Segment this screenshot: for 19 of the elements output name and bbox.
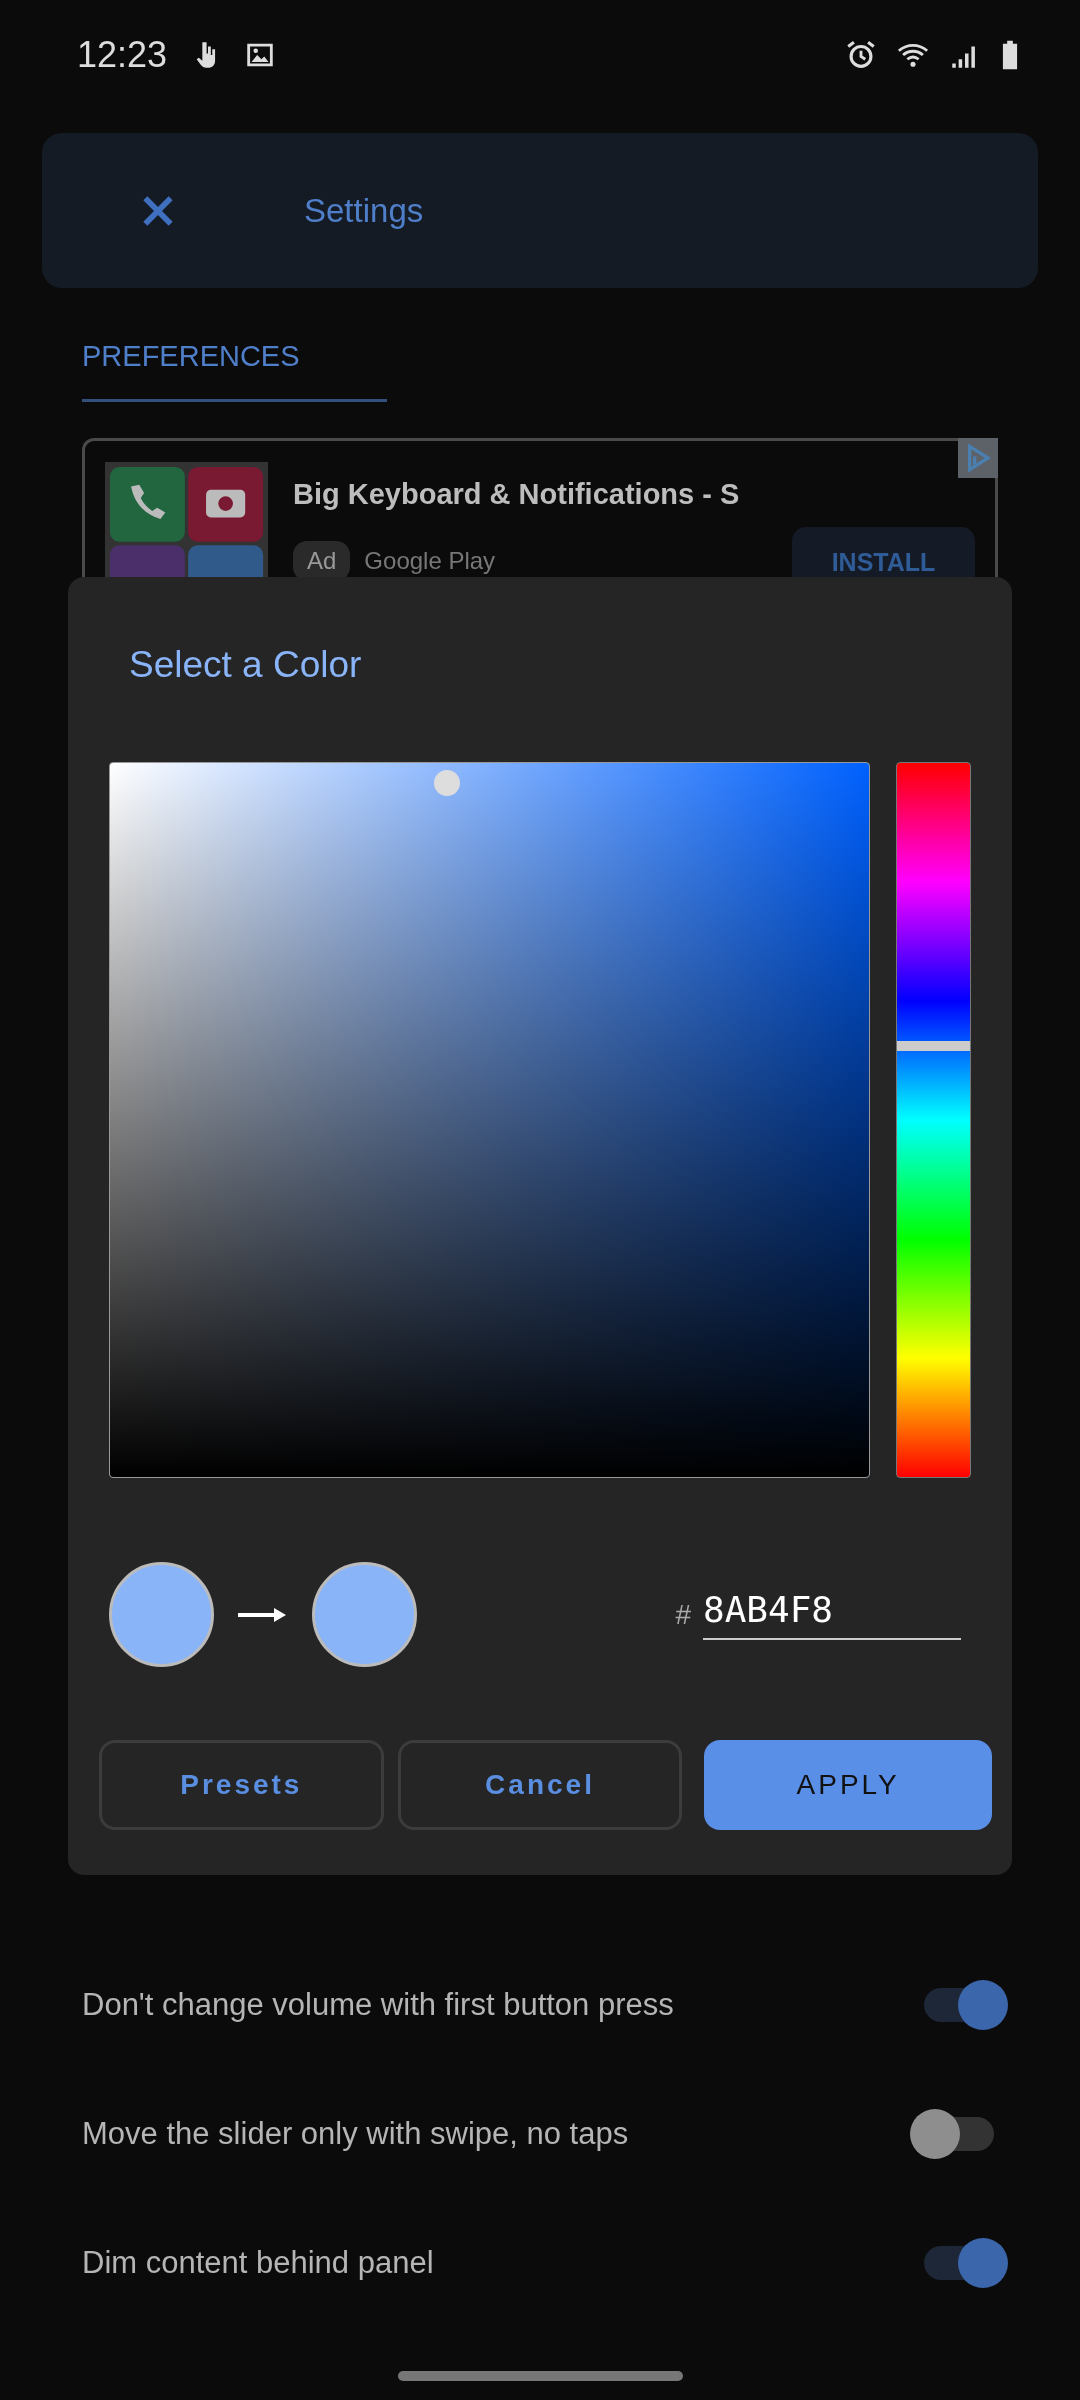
color-picker-thumb[interactable] [433,769,460,796]
hex-prefix: # [675,1598,691,1631]
setting-label: Don't change volume with first button press [82,1986,674,2023]
dialog-button[interactable]: Presets [99,1740,384,1830]
setting-label: Move the slider only with swipe, no taps [82,2115,629,2152]
tab[interactable]: PREFERENCES [82,324,387,402]
hex-input-field[interactable]: 8AB4F8 [703,1589,961,1640]
saturation-brightness-area[interactable] [109,762,870,1478]
hue-slider-thumb[interactable] [897,1041,970,1052]
hue-slider[interactable] [896,762,971,1478]
dialog-title: Select a Color [129,643,362,687]
battery-icon [1000,38,1020,72]
dialog-button[interactable]: Cancel [397,1740,683,1830]
clock-time: 12:23 [77,34,168,76]
screen-title: Settings [304,191,424,230]
apply-button[interactable]: APPLY [704,1740,992,1830]
setting-label: Dim content behind panel [82,2244,434,2281]
ad-source: Google Play [364,547,496,575]
ad-title: Big Keyboard & Notifications - S [293,478,741,511]
